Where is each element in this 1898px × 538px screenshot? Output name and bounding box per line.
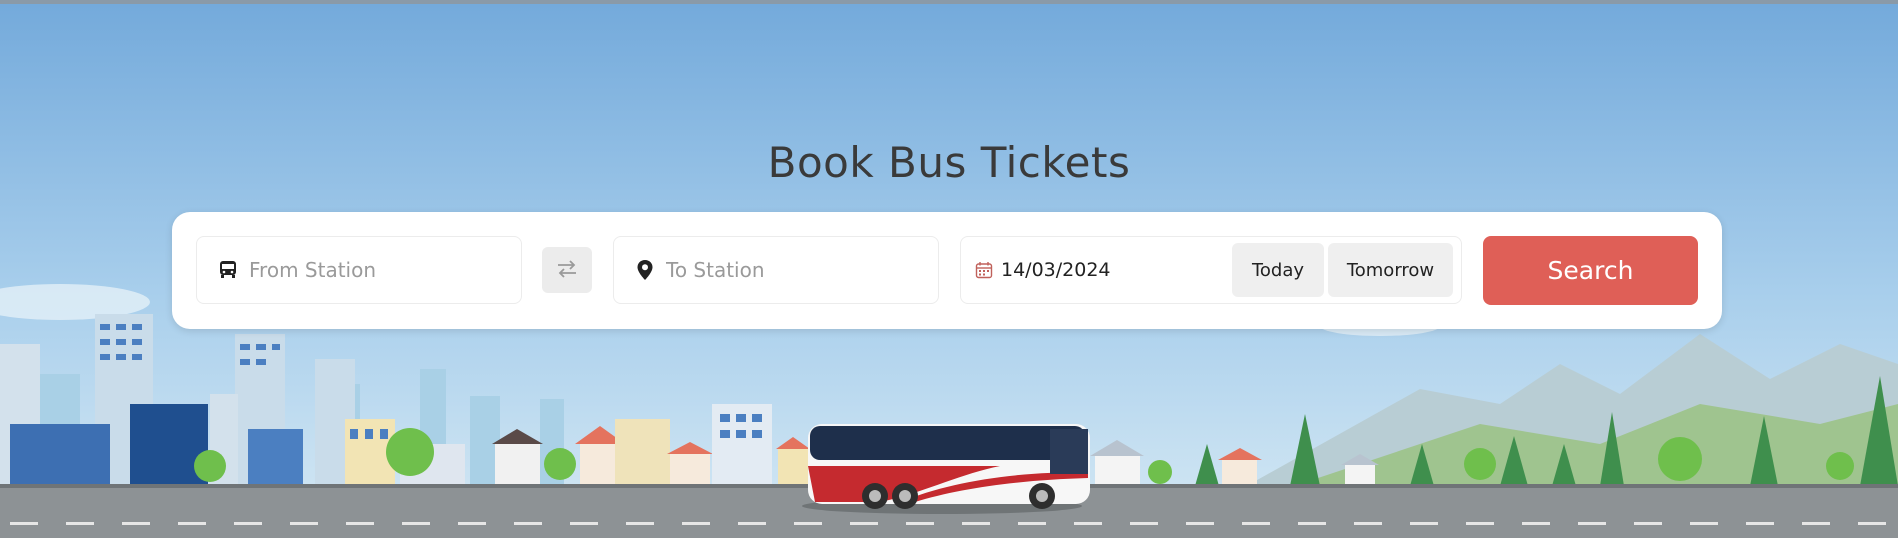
bus-illustration [802,424,1090,514]
to-station-input[interactable] [664,257,908,283]
from-station-input[interactable] [247,257,491,283]
from-station-field[interactable] [196,236,522,304]
today-button[interactable]: Today [1232,243,1324,297]
journey-date-value[interactable]: 14/03/2024 [1001,259,1111,281]
journey-date-field[interactable]: 14/03/2024 Today Tomorrow [960,236,1462,304]
page-title: Book Bus Tickets [767,138,1131,187]
search-button[interactable]: Search [1483,236,1698,305]
tomorrow-button[interactable]: Tomorrow [1328,243,1453,297]
map-pin-icon [634,259,656,281]
to-station-field[interactable] [613,236,939,304]
swap-stations-button[interactable] [542,247,592,293]
bus-icon [217,259,239,281]
swap-arrows-icon [556,259,578,282]
calendar-icon [973,259,995,281]
search-form-card: 14/03/2024 Today Tomorrow Search [172,212,1722,329]
